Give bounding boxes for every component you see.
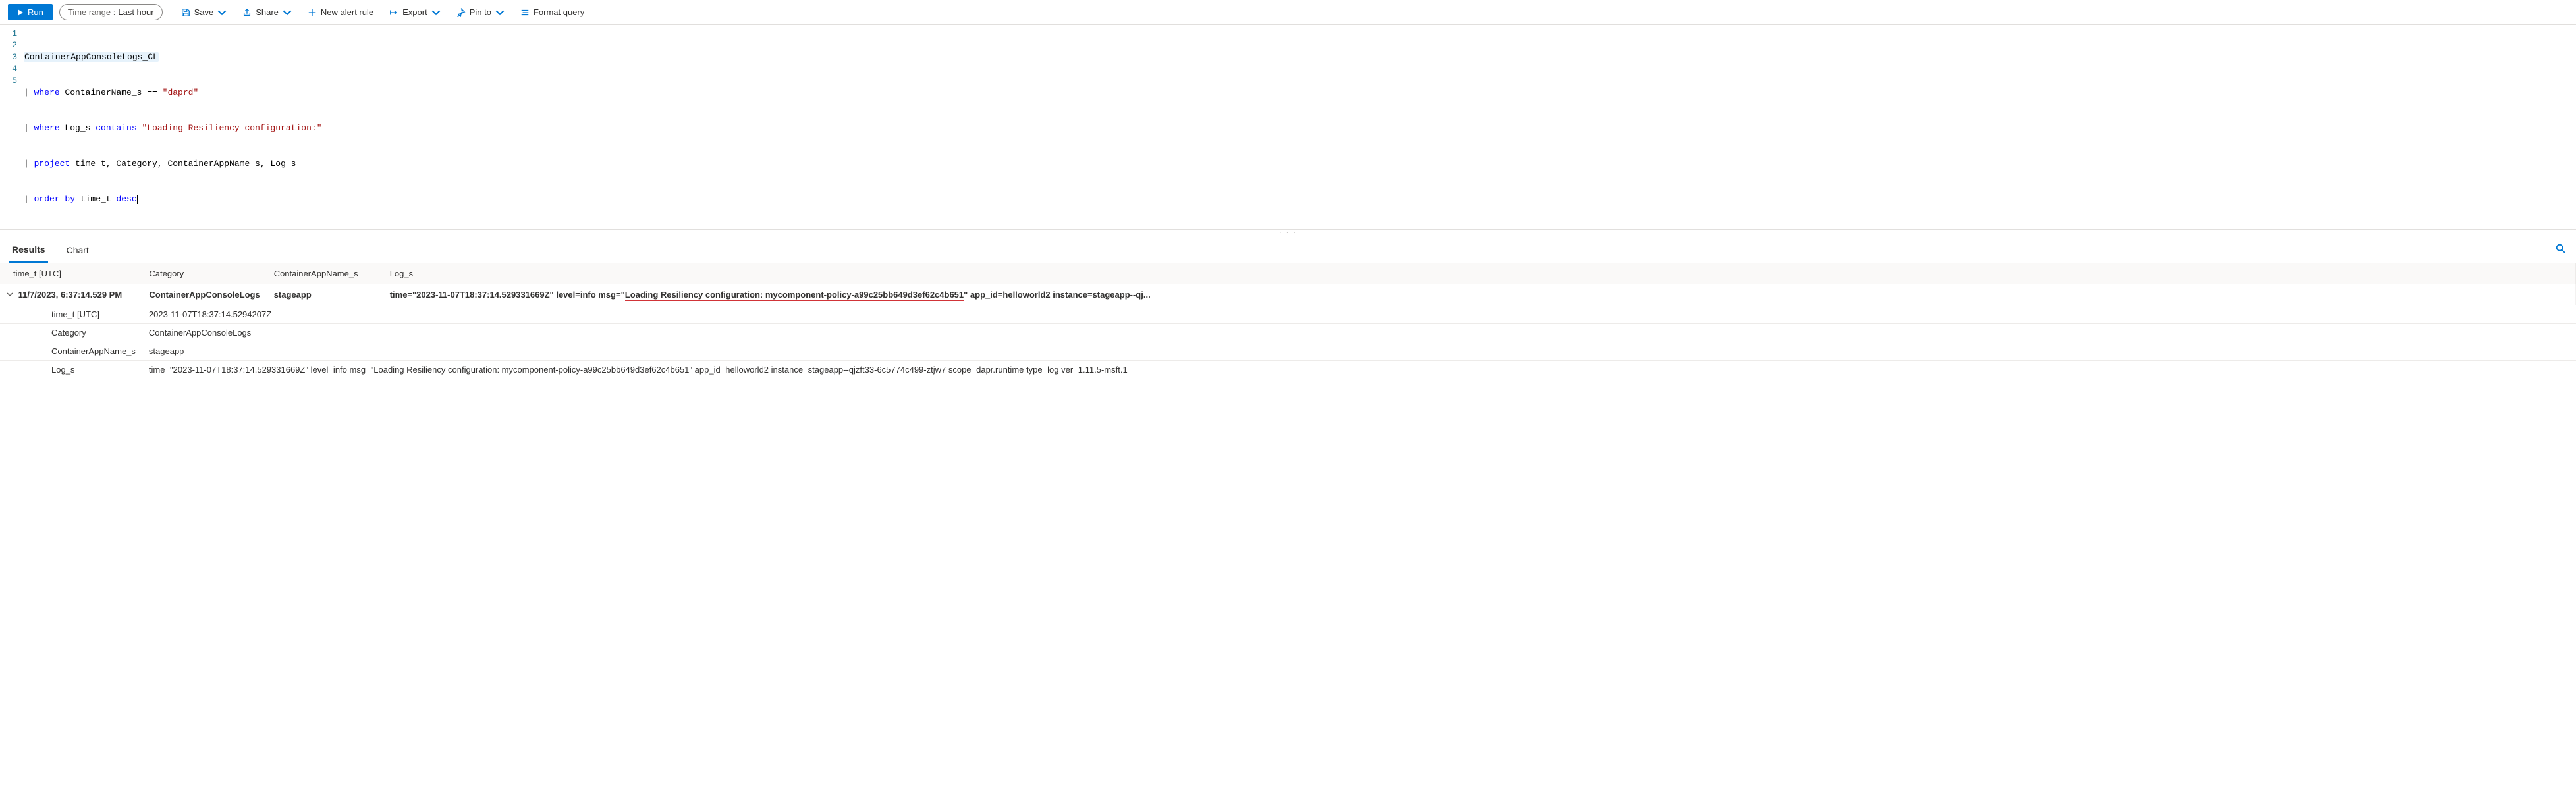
cell-log: time="2023-11-07T18:37:14.529331669Z" le… — [383, 284, 2575, 305]
run-label: Run — [28, 7, 43, 17]
query-editor[interactable]: 1 2 3 4 5 ContainerAppConsoleLogs_CL | w… — [0, 25, 2576, 230]
line-number: 3 — [0, 51, 17, 63]
time-range-prefix: Time range : — [68, 7, 116, 17]
column-header-time[interactable]: time_t [UTC] — [0, 263, 142, 284]
export-icon — [389, 8, 398, 17]
cell-time: 11/7/2023, 6:37:14.529 PM — [18, 290, 123, 300]
detail-value: stageapp — [142, 342, 2576, 361]
line-number: 1 — [0, 28, 17, 39]
tab-results[interactable]: Results — [9, 238, 48, 263]
share-label: Share — [256, 7, 279, 17]
tab-chart[interactable]: Chart — [64, 238, 92, 262]
log-highlight: Loading Resiliency configuration: mycomp… — [625, 290, 964, 301]
line-number: 2 — [0, 39, 17, 51]
log-text: " app_id=helloworld2 instance=stageapp--… — [964, 290, 1151, 300]
code-token: desc — [116, 194, 136, 204]
new-alert-button[interactable]: New alert rule — [301, 4, 380, 20]
code-token: order by — [34, 194, 75, 204]
results-tabbar: Results Chart — [0, 238, 2576, 263]
line-number: 5 — [0, 75, 17, 87]
run-button[interactable]: Run — [8, 4, 53, 20]
code-token: "Loading Resiliency configuration:" — [142, 123, 321, 133]
table-row[interactable]: 11/7/2023, 6:37:14.529 PM ContainerAppCo… — [0, 284, 2576, 305]
time-range-picker[interactable]: Time range : Last hour — [59, 4, 163, 20]
code-token: time_t — [75, 194, 116, 204]
pin-button[interactable]: Pin to — [450, 4, 511, 20]
export-label: Export — [402, 7, 427, 17]
play-icon — [17, 9, 24, 16]
save-button[interactable]: Save — [175, 4, 234, 20]
pin-icon — [456, 8, 466, 17]
code-token: where — [34, 88, 60, 97]
editor-cursor — [137, 195, 138, 204]
code-token: Log_s — [60, 123, 96, 133]
results-table: time_t [UTC] Category ContainerAppName_s… — [0, 263, 2576, 379]
cell-appname: stageapp — [267, 284, 383, 305]
column-header-appname[interactable]: ContainerAppName_s — [267, 263, 383, 284]
toolbar: Run Time range : Last hour Save Share Ne… — [0, 0, 2576, 25]
code-token: "daprd" — [163, 88, 199, 97]
detail-value: 2023-11-07T18:37:14.5294207Z — [142, 305, 2576, 324]
code-token: project — [34, 159, 70, 169]
save-label: Save — [194, 7, 214, 17]
detail-key: time_t [UTC] — [0, 305, 142, 324]
pin-label: Pin to — [470, 7, 491, 17]
chevron-down-icon — [431, 8, 441, 17]
editor-code[interactable]: ContainerAppConsoleLogs_CL | where Conta… — [24, 28, 2576, 229]
detail-row: time_t [UTC] 2023-11-07T18:37:14.5294207… — [0, 305, 2576, 324]
line-number: 4 — [0, 63, 17, 75]
format-query-button[interactable]: Format query — [514, 4, 591, 20]
search-icon — [2555, 243, 2567, 255]
plus-icon — [308, 8, 317, 17]
column-header-category[interactable]: Category — [142, 263, 267, 284]
log-text: time="2023-11-07T18:37:14.529331669Z" le… — [390, 290, 625, 300]
time-range-value: Last hour — [118, 7, 153, 17]
row-expand-toggle[interactable] — [4, 290, 16, 300]
code-token: contains — [96, 123, 136, 133]
detail-key: ContainerAppName_s — [0, 342, 142, 361]
column-header-log[interactable]: Log_s — [383, 263, 2575, 284]
code-token: where — [34, 123, 60, 133]
editor-gutter: 1 2 3 4 5 — [0, 28, 24, 229]
detail-value: time="2023-11-07T18:37:14.529331669Z" le… — [142, 361, 2576, 379]
detail-row: Category ContainerAppConsoleLogs — [0, 324, 2576, 342]
cell-category: ContainerAppConsoleLogs — [142, 284, 267, 305]
share-button[interactable]: Share — [236, 4, 298, 20]
detail-key: Category — [0, 324, 142, 342]
format-label: Format query — [534, 7, 584, 17]
chevron-down-icon — [495, 8, 505, 17]
detail-row: ContainerAppName_s stageapp — [0, 342, 2576, 361]
search-results-button[interactable] — [2555, 243, 2567, 257]
detail-row: Log_s time="2023-11-07T18:37:14.52933166… — [0, 361, 2576, 379]
detail-value: ContainerAppConsoleLogs — [142, 324, 2576, 342]
export-button[interactable]: Export — [383, 4, 447, 20]
detail-key: Log_s — [0, 361, 142, 379]
new-alert-label: New alert rule — [321, 7, 373, 17]
save-icon — [181, 8, 190, 17]
code-token: ContainerAppConsoleLogs_CL — [24, 52, 159, 62]
code-token: ContainerName_s == — [60, 88, 163, 97]
format-icon — [520, 8, 530, 17]
share-icon — [242, 8, 252, 17]
code-token: time_t, Category, ContainerAppName_s, Lo… — [70, 159, 296, 169]
chevron-down-icon — [217, 8, 227, 17]
resize-handle[interactable]: · · · — [0, 230, 2576, 238]
chevron-down-icon — [7, 291, 13, 298]
chevron-down-icon — [283, 8, 292, 17]
